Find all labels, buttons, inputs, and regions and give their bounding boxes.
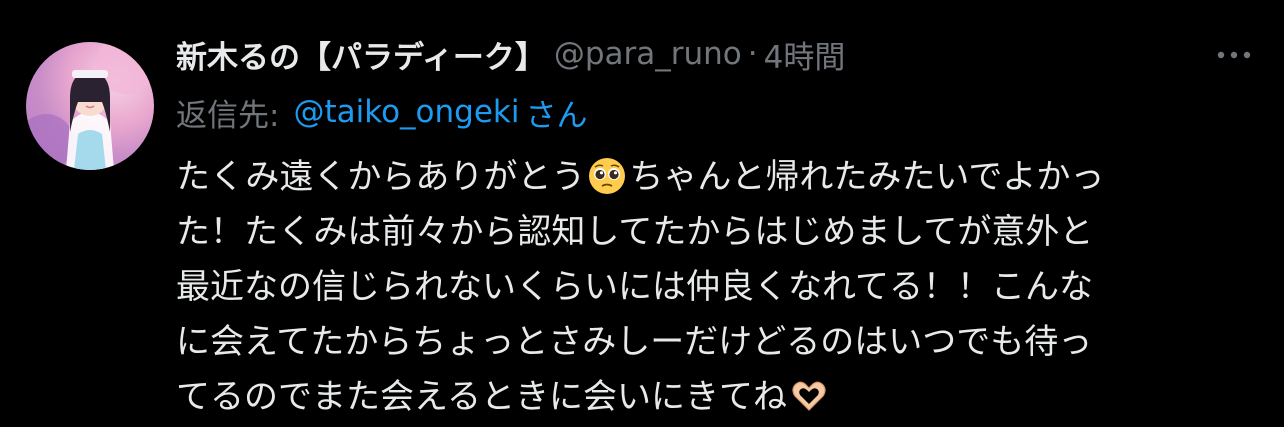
tweet-line-3: 最近なの信じられないくらいには仲良くなれてる！！こんな [176,267,1093,307]
tweet-line-1b: ちゃんと帰れたみたいでよかっ [629,157,1105,197]
author-handle[interactable]: @para_runo [554,36,742,72]
separator-dot: · [747,36,758,72]
author-name[interactable]: 新木るの【パラディーク】 [176,32,546,77]
timestamp[interactable]: 4時間 [764,32,846,77]
tweet-line-2: た！たくみは前々から認知してたからはじめましてが意外と [176,212,1094,252]
reply-context: 返信先: @taiko_ongeki さん [176,86,587,138]
reply-suffix: さん [525,97,588,134]
reply-to-user-link[interactable]: @taiko_ongeki [293,94,519,130]
tweet-header: 新木るの【パラディーク】 @para_runo · 4時間 [176,28,845,80]
reply-label: 返信先: [176,97,280,134]
tweet-line-5-text: てるのでまた会えるときに会いにきてね [176,377,787,417]
tweet-line-1: たくみ遠くからありがとう ちゃんと帰れたみたいでよかっ [176,150,1256,205]
tweet-line-1a: たくみ遠くからありがとう [176,157,586,197]
tweet-line-4: に会えてたからちょっとさみしーだけどるのはいつでも待っ [176,322,1093,362]
tweet-text: たくみ遠くからありがとう ちゃんと帰れたみたいでよかっ た！たくみは前々から認知… [176,150,1256,425]
pleading-face-icon [589,158,626,194]
tweet-line-5: てるのでまた会えるときに会いにきてね [176,370,1256,425]
heart-hands-icon [792,381,826,411]
avatar[interactable] [26,42,154,170]
more-options-icon[interactable] [1214,40,1254,70]
